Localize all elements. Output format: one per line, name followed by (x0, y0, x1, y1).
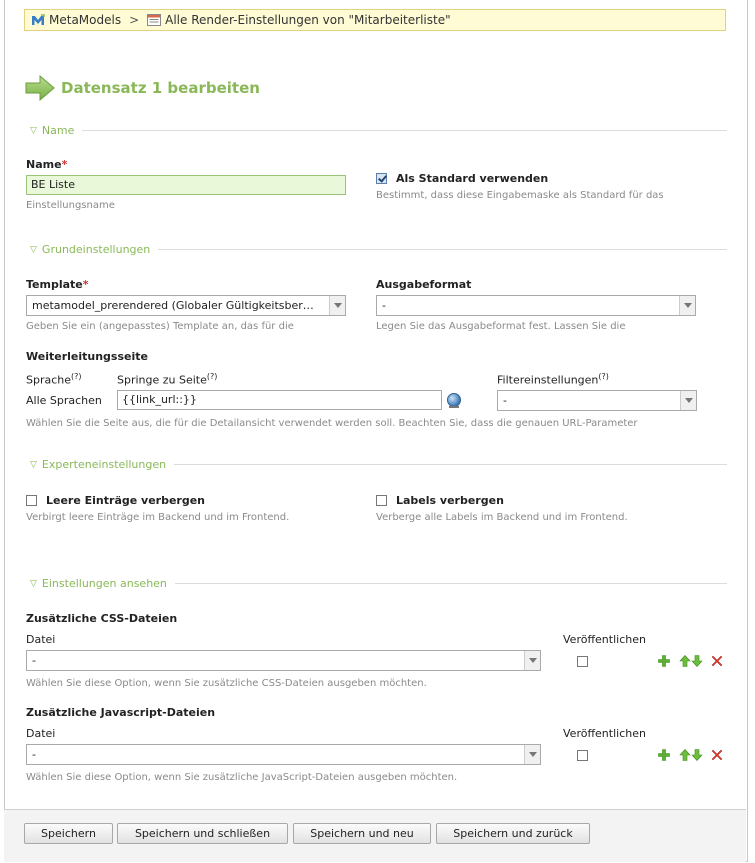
labels-label[interactable]: Labels verbergen (396, 494, 504, 507)
section-name-legend[interactable]: ▽ Name (30, 124, 727, 137)
page-header: Datensatz 1 bearbeiten (25, 75, 260, 101)
breadcrumb-current[interactable]: Alle Render-Einstellungen von "Mitarbeit… (147, 13, 451, 27)
col-springe-header: Springe zu Seite(?) (117, 372, 217, 387)
ausgabeformat-help: Legen Sie das Ausgabeformat fest. Lassen… (376, 321, 626, 332)
css-publish-checkbox[interactable] (577, 656, 588, 667)
add-row-icon[interactable] (658, 655, 670, 667)
breadcrumb-root-label: MetaModels (49, 13, 122, 27)
name-input[interactable]: BE Liste (26, 175, 346, 195)
save-and-back-button[interactable]: Speichern und zurück (436, 823, 590, 844)
page-picker-icon[interactable] (447, 393, 461, 407)
template-select[interactable]: metamodel_prerendered (Globaler Gültigke… (26, 295, 346, 316)
js-label: Zusätzliche Javascript-Dateien (26, 706, 216, 719)
collapse-triangle-icon: ▽ (30, 244, 37, 255)
move-up-icon[interactable] (679, 749, 691, 761)
help-marker[interactable]: (?) (598, 372, 609, 381)
leere-checkbox[interactable] (26, 495, 37, 506)
labels-checkbox[interactable] (376, 495, 387, 506)
section-divider (174, 583, 727, 584)
section-experten-legend[interactable]: ▽ Experteneinstellungen (30, 458, 727, 471)
section-divider (82, 130, 727, 131)
js-help: Wählen Sie diese Option, wenn Sie zusätz… (26, 772, 458, 783)
collapse-triangle-icon: ▽ (30, 459, 37, 470)
render-settings-icon (147, 14, 162, 26)
help-marker[interactable]: (?) (71, 372, 82, 381)
template-help: Geben Sie ein (angepasstes) Template an,… (26, 321, 294, 332)
chevron-down-icon[interactable] (679, 296, 695, 315)
default-help: Bestimmt, dass diese Eingabemaske als St… (376, 190, 664, 201)
save-button[interactable]: Speichern (24, 823, 113, 844)
default-checkbox[interactable] (376, 173, 387, 184)
section-ansehen-legend[interactable]: ▽ Einstellungen ansehen (30, 577, 727, 590)
name-label: Name* (26, 158, 67, 171)
js-publish-checkbox[interactable] (577, 750, 588, 761)
name-help: Einstellungsname (26, 200, 115, 211)
labels-help: Verberge alle Labels im Backend und im F… (376, 512, 628, 523)
delete-row-icon[interactable] (711, 655, 723, 667)
breadcrumb: MetaModels > Alle Render-Einstellungen v… (24, 9, 726, 31)
default-label[interactable]: Als Standard verwenden (396, 172, 548, 185)
section-grund-title: Grundeinstellungen (41, 243, 151, 256)
css-label: Zusätzliche CSS-Dateien (26, 612, 178, 625)
weiterleitung-help: Wählen Sie die Seite aus, die für die De… (26, 418, 638, 429)
leere-help: Verbirgt leere Einträge im Backend und i… (26, 512, 290, 523)
ausgabeformat-select[interactable]: - (376, 295, 696, 316)
leere-label[interactable]: Leere Einträge verbergen (46, 494, 205, 507)
breadcrumb-current-label: Alle Render-Einstellungen von "Mitarbeit… (165, 13, 451, 27)
move-up-icon[interactable] (679, 655, 691, 667)
col-filter-text: Filtereinstellungen (497, 373, 599, 387)
template-label: Template* (26, 278, 89, 291)
css-file-select[interactable]: - (26, 650, 541, 671)
css-help: Wählen Sie diese Option, wenn Sie zusätz… (26, 678, 427, 689)
save-and-new-button[interactable]: Speichern und neu (293, 823, 431, 844)
col-springe-text: Springe zu Seite (117, 373, 207, 387)
edit-arrow-icon (25, 75, 55, 101)
metamodels-icon (32, 14, 45, 25)
weiterleitung-label: Weiterleitungsseite (26, 350, 148, 363)
collapse-triangle-icon: ▽ (30, 578, 37, 589)
template-select-value: metamodel_prerendered (Globaler Gültigke… (32, 299, 314, 312)
chevron-down-icon[interactable] (680, 391, 696, 410)
move-down-icon[interactable] (691, 749, 703, 761)
chevron-down-icon[interactable] (329, 296, 345, 315)
ausgabeformat-select-value: - (382, 299, 386, 312)
section-divider (158, 249, 727, 250)
breadcrumb-separator: > (129, 13, 140, 27)
ausgabeformat-label: Ausgabeformat (376, 278, 472, 291)
js-col-publish: Veröffentlichen (563, 727, 646, 740)
save-and-close-button[interactable]: Speichern und schließen (117, 823, 288, 844)
template-label-text: Template (26, 278, 83, 291)
col-sprache-header: Sprache(?) (26, 372, 82, 387)
js-file-select[interactable]: - (26, 744, 541, 765)
css-file-select-value: - (32, 654, 36, 667)
required-marker: * (82, 278, 89, 291)
section-ansehen-title: Einstellungen ansehen (41, 577, 167, 590)
css-col-datei: Datei (26, 633, 56, 646)
chevron-down-icon[interactable] (524, 651, 540, 670)
js-file-select-value: - (32, 748, 36, 761)
page-title: Datensatz 1 bearbeiten (61, 79, 260, 97)
help-marker[interactable]: (?) (207, 372, 218, 381)
delete-row-icon[interactable] (711, 749, 723, 761)
page-picker-icon-base (449, 406, 459, 408)
breadcrumb-root[interactable]: MetaModels (31, 13, 121, 27)
filter-select-value: - (503, 394, 507, 407)
required-marker: * (61, 158, 68, 171)
js-col-datei: Datei (26, 727, 56, 740)
filter-select[interactable]: - (497, 390, 697, 411)
move-down-icon[interactable] (691, 655, 703, 667)
section-name-title: Name (41, 124, 75, 137)
row-sprache-value: Alle Sprachen (26, 394, 102, 407)
jump-to-url-input[interactable]: {{link_url::}} (117, 390, 442, 410)
section-experten-title: Experteneinstellungen (41, 458, 167, 471)
col-filter-header: Filtereinstellungen(?) (497, 372, 609, 387)
section-grund-legend[interactable]: ▽ Grundeinstellungen (30, 243, 727, 256)
col-sprache-text: Sprache (26, 373, 72, 387)
css-col-publish: Veröffentlichen (563, 633, 646, 646)
add-row-icon[interactable] (658, 749, 670, 761)
name-label-text: Name (26, 158, 62, 171)
collapse-triangle-icon: ▽ (30, 125, 37, 136)
section-divider (174, 464, 727, 465)
chevron-down-icon[interactable] (524, 745, 540, 764)
